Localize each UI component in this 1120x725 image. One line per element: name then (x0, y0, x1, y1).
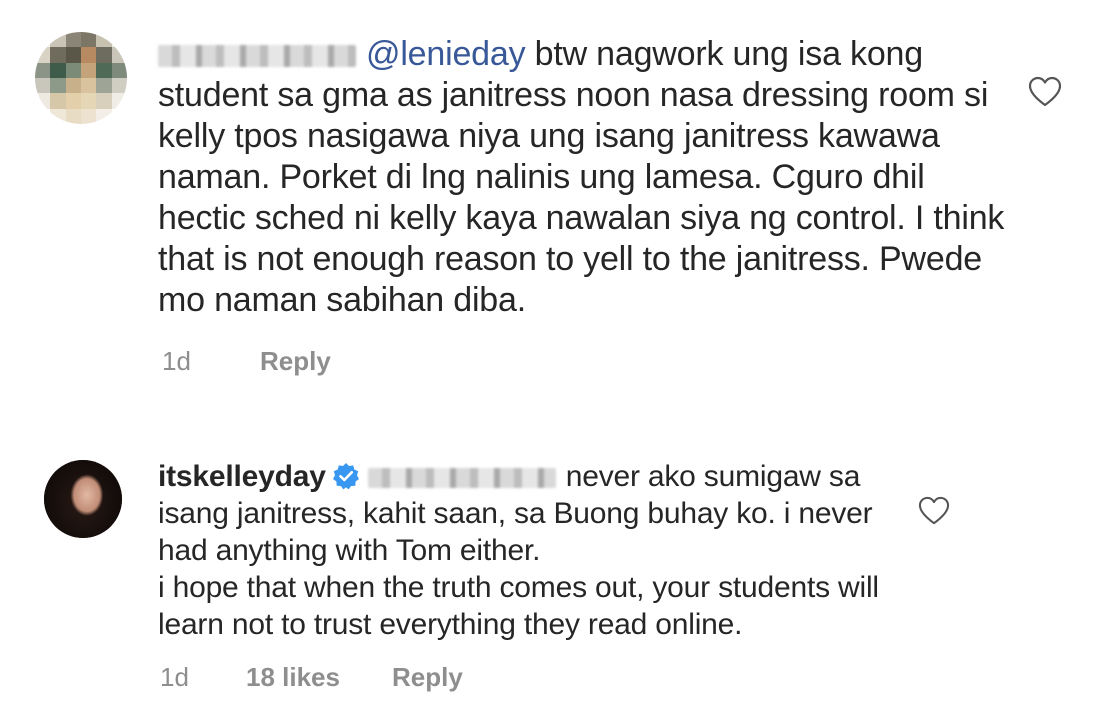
timestamp[interactable]: 1d (162, 346, 191, 377)
reply-button[interactable]: Reply (392, 662, 463, 693)
comment-item: @lenieday btw nagwork ung isa kong stude… (0, 0, 1120, 400)
timestamp[interactable]: 1d (160, 662, 189, 693)
avatar[interactable] (44, 460, 122, 538)
blurred-mention[interactable] (367, 468, 556, 489)
heart-icon[interactable] (918, 496, 950, 526)
mention-link[interactable]: @lenieday (366, 35, 526, 73)
comment-text: itskelleyday never ako sumigaw sa isang j… (158, 458, 918, 643)
username-link[interactable]: itskelleyday (158, 460, 326, 493)
likes-count[interactable]: 18 likes (246, 662, 340, 693)
verified-badge-icon (332, 463, 359, 490)
comment-text: @lenieday btw nagwork ung isa kong stude… (158, 34, 1008, 321)
comment-body: btw nagwork ung isa kong student sa gma … (158, 35, 1014, 319)
heart-icon[interactable] (1028, 76, 1062, 108)
blurred-username[interactable] (158, 45, 356, 68)
reply-button[interactable]: Reply (260, 346, 331, 377)
comment-item: itskelleyday never ako sumigaw sa isang j… (0, 430, 1120, 725)
profile-photo (44, 460, 122, 538)
pixelated-avatar-image (35, 32, 127, 124)
avatar-pixelated[interactable] (35, 32, 127, 124)
